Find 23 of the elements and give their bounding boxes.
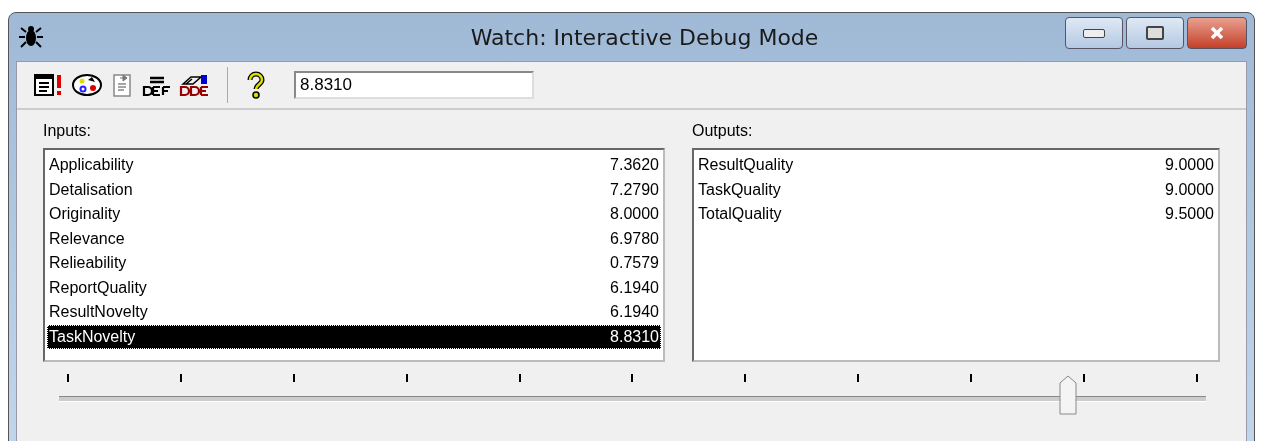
list-item[interactable]: TaskNovelty 8.8310 bbox=[47, 324, 661, 349]
list-item[interactable]: ResultQuality 9.0000 bbox=[696, 153, 1216, 178]
list-item[interactable]: ReportQuality 6.1940 bbox=[47, 275, 661, 300]
window-title: Watch: Interactive Debug Mode bbox=[469, 24, 820, 50]
list-item[interactable]: TotalQuality 9.5000 bbox=[696, 202, 1216, 227]
slider-thumb[interactable] bbox=[1059, 375, 1078, 415]
list-item[interactable]: Originality 8.0000 bbox=[47, 202, 661, 227]
minimize-button[interactable] bbox=[1065, 17, 1123, 49]
list-item[interactable]: TaskQuality 9.0000 bbox=[696, 177, 1216, 202]
close-icon bbox=[1209, 26, 1225, 40]
list-item[interactable]: Detalisation 7.2790 bbox=[47, 177, 661, 202]
bug-icon bbox=[18, 24, 44, 50]
maximize-button[interactable] bbox=[1126, 17, 1184, 49]
list-item[interactable]: Applicability 7.3620 bbox=[47, 153, 661, 178]
list-item[interactable]: Relevance 6.9780 bbox=[47, 226, 661, 251]
dde-link-icon[interactable] bbox=[179, 72, 211, 98]
list-item[interactable]: Relieability 0.7579 bbox=[47, 251, 661, 276]
list-item[interactable]: ResultNovelty 6.1940 bbox=[47, 300, 661, 325]
palette-icon[interactable] bbox=[71, 72, 103, 98]
list-label: Inputs: bbox=[43, 122, 92, 140]
list-label: Outputs: bbox=[692, 122, 753, 140]
value-field[interactable]: 8.8310 bbox=[294, 71, 534, 99]
close-button[interactable] bbox=[1187, 17, 1247, 49]
